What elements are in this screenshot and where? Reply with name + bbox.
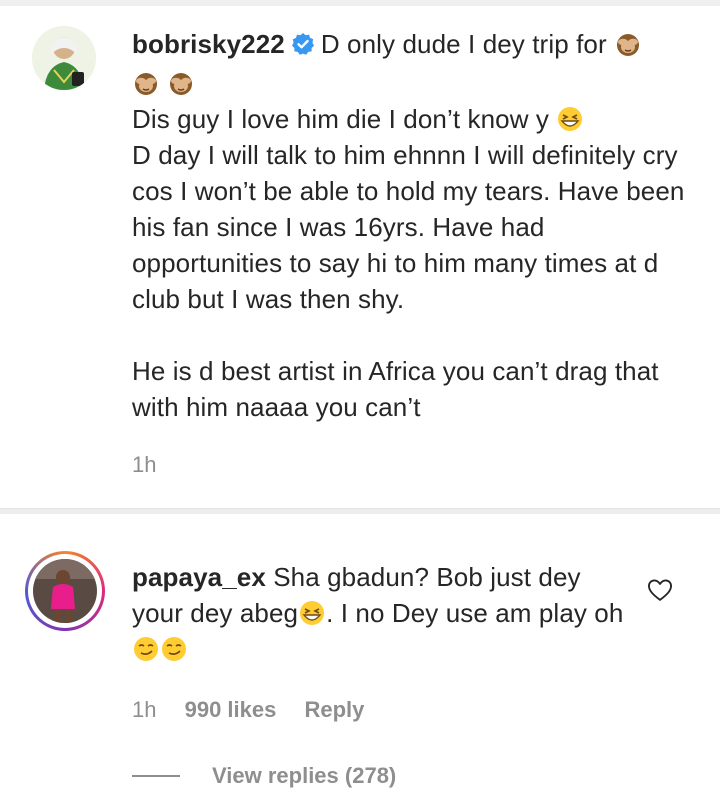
comment-text: papaya_ex Sha gbadun? Bob just dey your … (132, 559, 632, 667)
comment-time: 1h (132, 697, 157, 722)
view-replies-button[interactable]: View replies (278) (132, 763, 396, 789)
comment-body-part2: . I no Dey use am play oh (326, 598, 624, 628)
view-replies-label: View replies (278) (212, 763, 397, 788)
comment-line: Dis guy I love him die I don’t know y (132, 104, 549, 134)
see-no-evil-monkey-emoji (614, 30, 642, 58)
comment-first-line: D only dude I dey trip for (320, 29, 607, 59)
story-ring[interactable] (25, 551, 105, 631)
verified-badge-icon (291, 29, 315, 65)
comment-paragraph-2: He is d best artist in Africa you can’t … (132, 356, 659, 422)
comment-text: bobrisky222 D only dude I dey trip for Di… (132, 26, 692, 425)
comment-meta: 1h 990 likes Reply (132, 697, 386, 723)
comment-papaya-ex: papaya_ex Sha gbadun? Bob just dey your … (0, 514, 720, 810)
reply-button[interactable]: Reply (304, 697, 364, 722)
smirking-face-emoji (160, 635, 188, 663)
smirking-face-emoji (132, 635, 160, 663)
see-no-evil-monkey-emoji (132, 69, 160, 97)
avatar[interactable] (33, 559, 97, 623)
comment-username[interactable]: bobrisky222 (132, 29, 285, 59)
avatar[interactable] (32, 26, 96, 90)
likes-count[interactable]: 990 likes (185, 697, 277, 722)
comment-username[interactable]: papaya_ex (132, 562, 266, 592)
comment-bobrisky222: bobrisky222 D only dude I dey trip for Di… (0, 6, 720, 508)
heart-outline-icon[interactable] (646, 576, 674, 604)
comment-body: D day I will talk to him ehnnn I will de… (132, 140, 685, 314)
grinning-squinting-face-emoji (556, 105, 584, 133)
see-no-evil-monkey-emoji (167, 69, 195, 97)
view-replies-line (132, 775, 180, 777)
comment-time: 1h (132, 452, 157, 477)
grinning-squinting-face-emoji (298, 599, 326, 627)
